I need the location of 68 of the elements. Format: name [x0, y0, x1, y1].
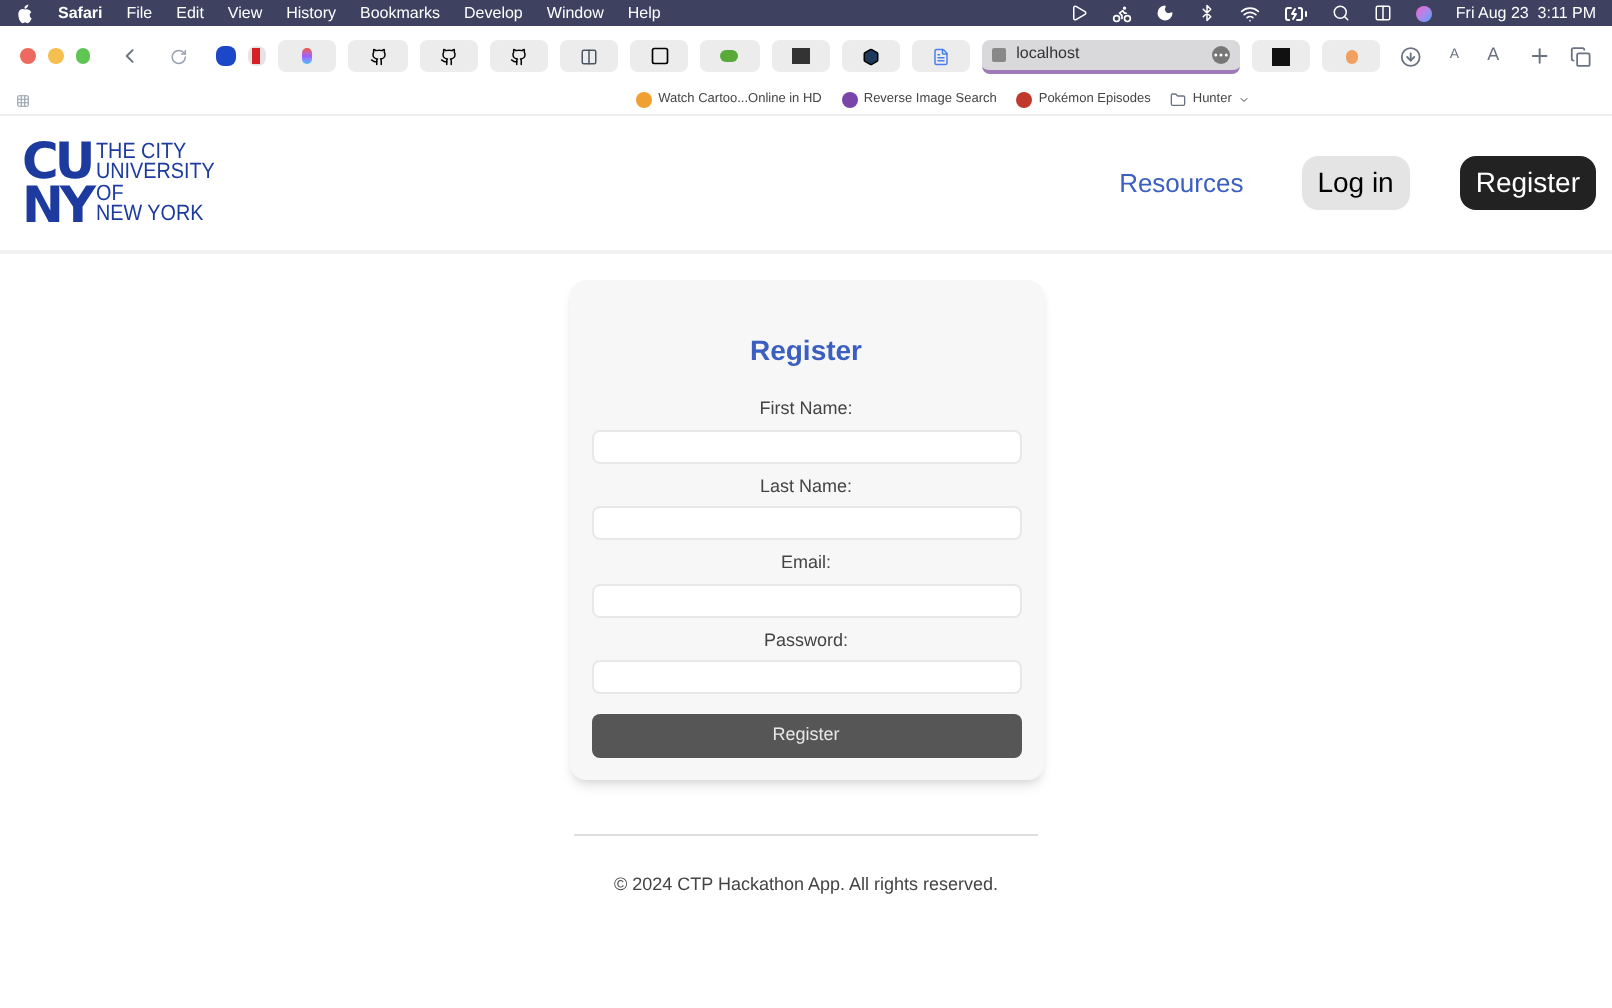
- control-center-icon[interactable]: [1373, 4, 1392, 22]
- more-icon[interactable]: [1211, 45, 1230, 63]
- site-icon: [1345, 49, 1358, 63]
- search-icon[interactable]: [1331, 4, 1350, 22]
- tab-overview-icon[interactable]: [1570, 45, 1592, 67]
- document-icon: [932, 47, 951, 65]
- menu-item[interactable]: Edit: [176, 1, 204, 25]
- menu-item[interactable]: View: [227, 1, 263, 25]
- reload-icon[interactable]: [170, 47, 188, 65]
- bookmark-favicon: [841, 92, 858, 108]
- browser-tab[interactable]: [1251, 40, 1310, 72]
- address-text: localhost: [1016, 42, 1082, 66]
- github-icon: [369, 47, 388, 65]
- site-icon: [1271, 47, 1290, 65]
- page-icon: [992, 47, 1007, 61]
- hexagon-icon: [861, 47, 880, 65]
- bluetooth-icon[interactable]: [1197, 4, 1216, 22]
- sidebar-icon: [580, 47, 599, 65]
- form-title: Register: [749, 332, 863, 370]
- browser-tab[interactable]: [630, 40, 689, 72]
- folder-icon: [1170, 92, 1187, 108]
- github-icon: [439, 47, 458, 65]
- logo-mark[interactable]: CU NY: [22, 139, 93, 227]
- site-icon: [791, 48, 810, 64]
- chevron-icon: [1237, 94, 1250, 106]
- browser-tab[interactable]: [559, 40, 619, 72]
- browser-tab[interactable]: [841, 40, 900, 72]
- menu-item[interactable]: Bookmarks: [360, 1, 441, 25]
- submit-button[interactable]: Register: [591, 714, 1021, 758]
- site-tab-icon[interactable]: [215, 46, 235, 66]
- nav-link[interactable]: Resources: [1111, 163, 1252, 203]
- square-icon: [649, 46, 670, 66]
- wifi-icon[interactable]: [1239, 3, 1260, 23]
- nav-button[interactable]: Log in: [1301, 156, 1410, 210]
- menu-item[interactable]: Window: [546, 1, 604, 25]
- assistant-icon[interactable]: [1415, 5, 1432, 21]
- download-icon[interactable]: [1400, 45, 1422, 67]
- close-window-button[interactable]: [20, 48, 36, 64]
- browser-tab[interactable]: [489, 40, 548, 72]
- bookmark-favicon: [1016, 92, 1033, 108]
- site-icon: [720, 50, 739, 62]
- field-label: Password:: [763, 627, 849, 653]
- play-icon[interactable]: [1069, 4, 1088, 22]
- menu-item[interactable]: Develop: [464, 1, 523, 25]
- apple-icon[interactable]: [16, 3, 34, 23]
- github-icon: [509, 47, 528, 65]
- bike-icon[interactable]: [1111, 3, 1132, 23]
- site-tab-icon[interactable]: [247, 46, 267, 66]
- browser-tab[interactable]: [771, 40, 830, 72]
- browser-tab[interactable]: [419, 40, 478, 72]
- address-bar[interactable]: localhost: [982, 39, 1240, 73]
- menu-item[interactable]: File: [126, 1, 153, 25]
- menu-item[interactable]: Help: [627, 1, 661, 25]
- nav-button[interactable]: Register: [1459, 156, 1596, 210]
- battery-icon[interactable]: [1283, 1, 1308, 25]
- footer-text: © 2024 CTP Hackathon App. All rights reserved.: [613, 872, 999, 898]
- menu-clock: Fri Aug 23 3:11 PM: [1455, 1, 1596, 25]
- logo-text: THE CITY UNIVERSITY OF NEW YORK: [96, 141, 215, 225]
- field-label: Email:: [780, 550, 831, 576]
- field-label: First Name:: [759, 396, 853, 422]
- menu-item[interactable]: History: [286, 1, 337, 25]
- bookmark-favicon: [636, 92, 653, 108]
- new-tab-icon[interactable]: [1527, 44, 1551, 68]
- text-larger-button[interactable]: A: [1487, 42, 1500, 70]
- menu-app-name[interactable]: Safari: [58, 1, 103, 25]
- browser-tab[interactable]: [348, 40, 408, 72]
- moon-icon[interactable]: [1155, 4, 1174, 22]
- field-label: Last Name:: [759, 473, 853, 499]
